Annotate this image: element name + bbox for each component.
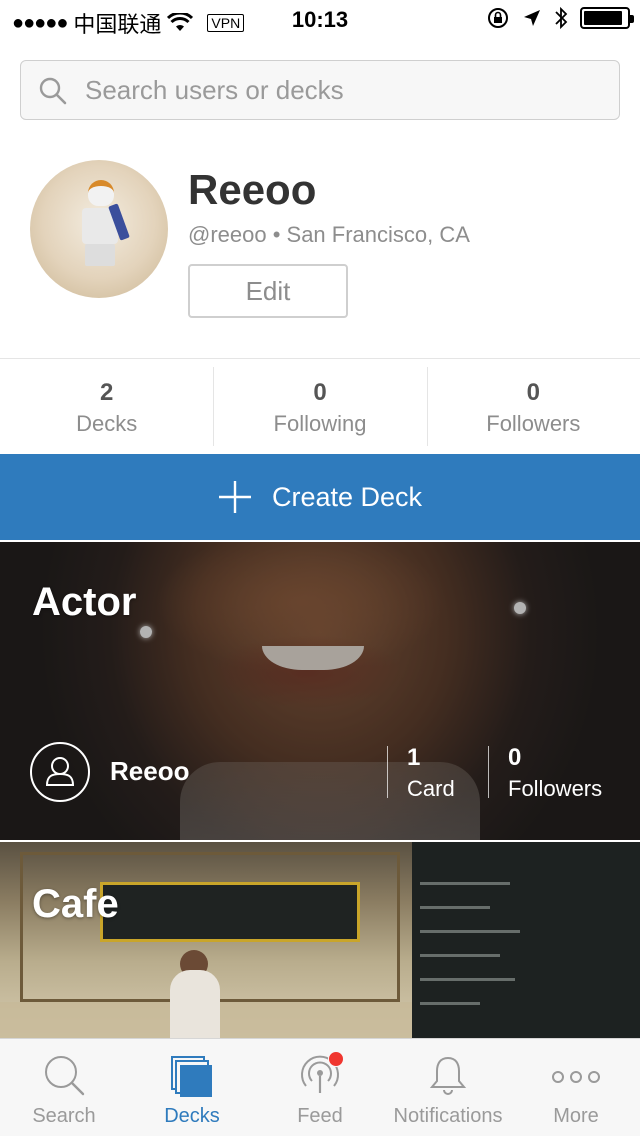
stat-label: Followers	[486, 411, 581, 436]
avatar-figure-head	[88, 180, 114, 206]
avatar[interactable]	[30, 160, 168, 298]
deck-cards-label: Card	[407, 776, 455, 801]
deck-title: Cafe	[32, 882, 119, 926]
chalk-line	[420, 882, 510, 885]
chalk-line	[420, 954, 500, 957]
deck-card-actor[interactable]: Actor Reeoo 1 Card 0 Followers	[0, 542, 640, 840]
tab-bar: Search Decks Feed Notifications More	[0, 1038, 640, 1136]
status-bar: ●●●●● 中国联通 VPN 10:13	[0, 0, 640, 40]
stat-decks[interactable]: 2 Decks	[0, 359, 213, 454]
stat-followers[interactable]: 0 Followers	[426, 359, 640, 454]
deck-card-cafe[interactable]: Cafe	[0, 842, 640, 1042]
stat-value: 0	[526, 379, 540, 406]
stat-value: 2	[99, 379, 114, 406]
feed-notification-badge	[328, 1051, 344, 1067]
user-icon	[45, 757, 75, 786]
create-deck-button[interactable]: Create Deck	[0, 454, 640, 540]
profile-meta: @reeoo • San Francisco, CA	[188, 222, 470, 247]
edit-profile-button[interactable]: Edit	[188, 264, 348, 318]
bluetooth-icon	[555, 6, 568, 30]
avatar-figure-legs	[85, 244, 115, 266]
deck-title: Actor	[32, 580, 137, 624]
stat-following[interactable]: 0 Following	[213, 359, 426, 454]
search-icon	[45, 1056, 85, 1096]
tab-label: Feed	[297, 1105, 343, 1127]
chalk-line	[420, 906, 490, 909]
divider	[488, 746, 489, 798]
tab-feed[interactable]: Feed	[256, 1039, 384, 1136]
stat-label: Decks	[76, 411, 138, 436]
create-deck-label: Create Deck	[271, 481, 423, 512]
tab-notifications[interactable]: Notifications	[384, 1039, 512, 1136]
deck-cover-chalkboard	[412, 842, 640, 1042]
tab-label: Decks	[164, 1105, 220, 1127]
deck-followers-label: Followers	[508, 776, 603, 801]
tab-more[interactable]: More	[512, 1039, 640, 1136]
search-icon	[39, 77, 67, 105]
profile-stats: 2 Decks 0 Following 0 Followers	[0, 358, 640, 454]
deck-cover-person	[170, 970, 220, 1042]
owner-avatar-icon[interactable]	[30, 742, 90, 802]
location-arrow-icon	[524, 10, 540, 26]
deck-owner-name[interactable]: Reeoo	[110, 756, 189, 787]
stat-label: Following	[273, 411, 367, 436]
rotation-lock-icon	[488, 8, 508, 28]
tab-label: More	[553, 1105, 599, 1127]
profile-name: Reeoo	[188, 166, 317, 213]
stat-value: 0	[313, 379, 327, 406]
search-input[interactable]	[85, 61, 605, 119]
chalk-line	[420, 978, 515, 981]
tab-decks[interactable]: Decks	[128, 1039, 256, 1136]
divider	[387, 746, 388, 798]
chalk-line	[420, 1002, 480, 1005]
more-icon	[552, 1071, 600, 1083]
deck-followers-count: 0	[508, 744, 522, 771]
deck-cover-menu-board	[100, 882, 360, 942]
bell-icon	[429, 1056, 467, 1095]
tab-search[interactable]: Search	[0, 1039, 128, 1136]
tab-label: Search	[32, 1105, 96, 1127]
battery-icon	[580, 7, 634, 29]
decks-icon	[171, 1056, 212, 1097]
status-right	[486, 6, 634, 30]
deck-cards-count: 1	[407, 744, 421, 771]
tab-label: Notifications	[393, 1105, 503, 1127]
plus-icon	[218, 481, 251, 513]
chalk-line	[420, 930, 520, 933]
search-bar[interactable]	[20, 60, 620, 120]
